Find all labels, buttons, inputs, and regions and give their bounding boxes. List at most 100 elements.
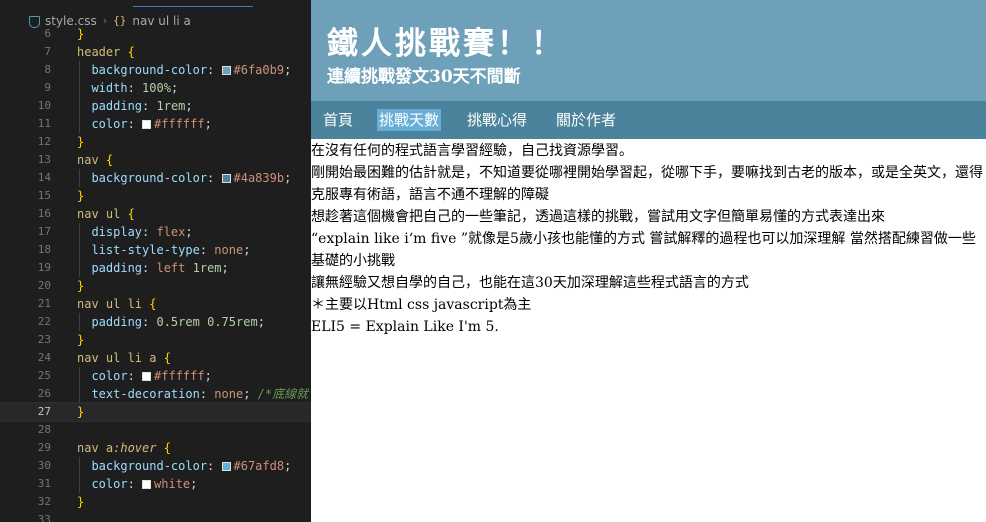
paragraph: 剛開始最困難的估計就是，不知道要從哪裡開始學習起，從哪下手，要嘛找到古老的版本，… <box>311 165 983 203</box>
line-number: 16 <box>37 207 51 220</box>
code-line: 32} <box>0 493 311 511</box>
code-line: 7 header { <box>0 43 311 61</box>
color-swatch[interactable] <box>221 174 231 183</box>
line-number: 17 <box>37 225 51 238</box>
paragraph: ＊主要以Html css javascript為主 <box>311 297 532 313</box>
code-text: padding: 0.5rem 0.75rem; <box>91 315 265 329</box>
page-title: 鐵人挑戰賽！！ <box>327 26 565 62</box>
line-number: 24 <box>37 351 51 364</box>
breadcrumb-bar: style.css › {} nav ul li a <box>0 0 311 28</box>
code-text: color: white; <box>91 477 198 491</box>
code-text: display: flex; <box>91 225 193 239</box>
line-number: 22 <box>37 315 51 328</box>
code-line: 11 color: #ffffff; <box>0 115 311 133</box>
line-number: 20 <box>37 279 51 292</box>
code-text: padding: left 1rem; <box>91 261 229 275</box>
code-lines[interactable]: 6} 7 header { 8 background-color: #6fa0b9… <box>0 25 311 522</box>
line-number: 14 <box>37 171 51 184</box>
code-text: } <box>77 279 85 293</box>
code-text: padding: 1rem; <box>91 99 193 113</box>
code-line: 13 nav { <box>0 151 311 169</box>
code-line: 8 background-color: #6fa0b9; <box>0 61 311 79</box>
line-number: 19 <box>37 261 51 274</box>
paragraph: 想趁著這個機會把自己的一些筆記，透過這樣的挑戰，嘗試用文字但簡單易懂的方式表達出… <box>311 209 885 225</box>
nav-link-challenge-notes[interactable]: 挑戰心得 <box>467 109 527 131</box>
code-text: } <box>77 135 85 149</box>
code-line: 12} <box>0 133 311 151</box>
nav-list: 首頁 挑戰天數 挑戰心得 關於作者 <box>311 101 986 139</box>
code-text: header { <box>77 45 135 59</box>
code-line-current: 27} <box>0 402 311 422</box>
code-line: 28 <box>0 421 311 439</box>
line-number: 15 <box>37 189 51 202</box>
code-line: 15} <box>0 187 311 205</box>
nav-link-about-author[interactable]: 關於作者 <box>556 109 616 131</box>
line-number: 7 <box>44 45 51 58</box>
line-number: 31 <box>37 477 51 490</box>
line-number: 21 <box>37 297 51 310</box>
code-line: 21 nav ul li { <box>0 295 311 313</box>
code-line: 22 padding: 0.5rem 0.75rem; <box>0 313 311 331</box>
paragraph: 在沒有任何的程式語言學習經驗，自己找資源學習。 <box>311 143 633 159</box>
paragraph: 讓無經驗又想自學的自己，也能在這30天加深理解這些程式語言的方式 <box>311 275 749 291</box>
code-line: 14 background-color: #4a839b; <box>0 169 311 187</box>
code-text: } <box>77 27 85 41</box>
nav-link-home[interactable]: 首頁 <box>323 109 353 131</box>
line-number: 18 <box>37 243 51 256</box>
code-line: 20} <box>0 277 311 295</box>
color-swatch[interactable] <box>221 462 231 471</box>
code-editor[interactable]: style.css › {} nav ul li a 6} 7 header { … <box>0 0 311 522</box>
code-line: 24 nav ul li a { <box>0 349 311 367</box>
code-text: text-decoration: none; /*底線就 <box>91 387 309 401</box>
code-text: } <box>77 495 85 509</box>
code-line: 6} <box>0 25 311 43</box>
code-text: color: #ffffff; <box>91 117 212 131</box>
code-text: } <box>77 333 85 347</box>
code-line: 17 display: flex; <box>0 223 311 241</box>
code-line: 31 color: white; <box>0 475 311 493</box>
line-number: 33 <box>37 513 51 522</box>
code-text: } <box>77 405 85 419</box>
code-line: 29 nav a:hover { <box>0 439 311 457</box>
line-number: 29 <box>37 441 51 454</box>
code-text: nav ul { <box>77 207 135 221</box>
color-swatch[interactable] <box>142 480 152 489</box>
code-line: 19 padding: left 1rem; <box>0 259 311 277</box>
code-line: 23} <box>0 331 311 349</box>
color-swatch[interactable] <box>142 372 152 381</box>
code-line: 26 text-decoration: none; /*底線就 <box>0 385 311 403</box>
line-number: 32 <box>37 495 51 508</box>
color-swatch[interactable] <box>221 66 231 75</box>
code-line: 9 width: 100%; <box>0 79 311 97</box>
code-line: 25 color: #ffffff; <box>0 367 311 385</box>
line-number: 11 <box>37 117 51 130</box>
line-number: 26 <box>37 387 51 400</box>
paragraph: “explain like i‘m five ”就像是5歲小孩也能懂的方式 嘗試… <box>311 231 976 269</box>
code-text: } <box>77 189 85 203</box>
code-text: list-style-type: none; <box>91 243 251 257</box>
line-number: 8 <box>44 63 51 76</box>
code-line: 10 padding: 1rem; <box>0 97 311 115</box>
article-body: 在沒有任何的程式語言學習經驗，自己找資源學習。 剛開始最困難的估計就是，不知道要… <box>311 140 986 338</box>
line-number: 9 <box>44 81 51 94</box>
site-header: 鐵人挑戰賽！！ 連續挑戰發文30天不間斷 <box>311 0 986 101</box>
code-text: background-color: #4a839b; <box>91 171 292 185</box>
site-nav: 首頁 挑戰天數 挑戰心得 關於作者 <box>311 101 986 139</box>
line-number: 25 <box>37 369 51 382</box>
nav-link-challenge-days[interactable]: 挑戰天數 <box>377 109 442 131</box>
line-number: 27 <box>37 405 51 418</box>
browser-preview: 鐵人挑戰賽！！ 連續挑戰發文30天不間斷 首頁 挑戰天數 挑戰心得 關於作者 在… <box>311 0 986 522</box>
line-number: 12 <box>37 135 51 148</box>
color-swatch[interactable] <box>142 120 152 129</box>
line-number: 10 <box>37 99 51 112</box>
page-subtitle: 連續挑戰發文30天不間斷 <box>327 67 521 87</box>
code-line: 33 <box>0 511 311 522</box>
line-number: 30 <box>37 459 51 472</box>
line-number: 13 <box>37 153 51 166</box>
code-line: 30 background-color: #67afd8; <box>0 457 311 475</box>
code-text: nav { <box>77 153 114 167</box>
tab-active-indicator <box>133 6 253 7</box>
paragraph: ELI5 = Explain Like I'm 5. <box>311 319 499 335</box>
code-text: background-color: #6fa0b9; <box>91 63 292 77</box>
code-text: background-color: #67afd8; <box>91 459 292 473</box>
